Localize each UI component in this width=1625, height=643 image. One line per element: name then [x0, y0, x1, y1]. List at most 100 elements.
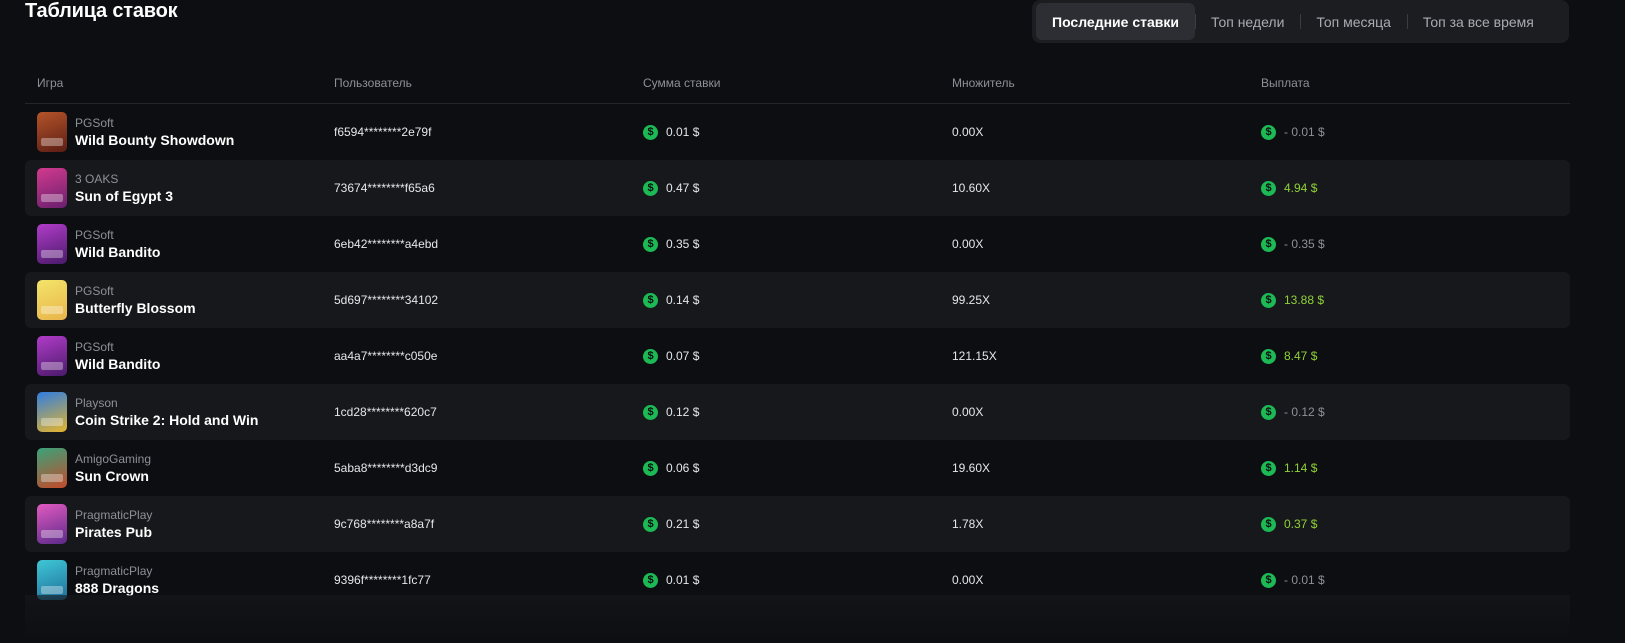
bet-sum-cell: $ 0.35 $ — [643, 236, 952, 252]
game-text: AmigoGaming Sun Crown — [75, 452, 151, 485]
table-row[interactable]: 3 OAKS Sun of Egypt 3 73674********f65a6… — [25, 160, 1570, 216]
game-thumbnail[interactable] — [37, 560, 67, 600]
payout-value: 8.47 $ — [1284, 349, 1318, 363]
game-info: 3 OAKS Sun of Egypt 3 — [37, 168, 334, 208]
game-info: PGSoft Wild Bandito — [37, 224, 334, 264]
game-thumbnail[interactable] — [37, 112, 67, 152]
game-provider: PGSoft — [75, 283, 114, 298]
game-name[interactable]: Wild Bounty Showdown — [75, 131, 234, 149]
payout-cell: $ - 0.01 $ — [1261, 572, 1570, 588]
bet-sum: $ 0.12 $ — [643, 404, 952, 420]
bet-sum: $ 0.01 $ — [643, 124, 952, 140]
dollar-coin-icon: $ — [1261, 180, 1276, 196]
payout-cell: $ 4.94 $ — [1261, 180, 1570, 196]
game-name[interactable]: Butterfly Blossom — [75, 299, 196, 317]
game-info: PGSoft Wild Bounty Showdown — [37, 112, 334, 152]
table-row[interactable]: PGSoft Wild Bandito 6eb42********a4ebd $… — [25, 216, 1570, 272]
dollar-coin-icon: $ — [643, 124, 658, 140]
game-cell: Playson Coin Strike 2: Hold and Win — [25, 392, 334, 432]
payout: $ 0.37 $ — [1261, 516, 1570, 532]
table-row[interactable]: PGSoft Wild Bounty Showdown f6594*******… — [25, 104, 1570, 160]
column-header-user: Пользователь — [334, 75, 412, 90]
tab-latest-bets[interactable]: Последние ставки — [1036, 3, 1195, 40]
table-row[interactable]: PragmaticPlay Pirates Pub 9c768********a… — [25, 496, 1570, 552]
dollar-coin-icon: $ — [1261, 572, 1276, 588]
game-name[interactable]: Wild Bandito — [75, 355, 160, 373]
tab-top-week[interactable]: Топ недели — [1194, 3, 1300, 40]
game-cell: PGSoft Wild Bandito — [25, 224, 334, 264]
table-row[interactable]: AmigoGaming Sun Crown 5aba8********d3dc9… — [25, 440, 1570, 496]
payout-value: 13.88 $ — [1284, 293, 1325, 307]
game-name[interactable]: Pirates Pub — [75, 523, 152, 541]
game-info: Playson Coin Strike 2: Hold and Win — [37, 392, 334, 432]
bet-sum-cell: $ 0.21 $ — [643, 516, 952, 532]
dollar-coin-icon: $ — [1261, 404, 1276, 420]
user-id: 5d697********34102 — [334, 293, 439, 307]
game-cell: PGSoft Wild Bandito — [25, 336, 334, 376]
payout-cell: $ - 0.12 $ — [1261, 404, 1570, 420]
table-row[interactable]: Playson Coin Strike 2: Hold and Win 1cd2… — [25, 384, 1570, 440]
bets-table: Игра Пользователь Сумма ставки Множитель… — [25, 62, 1570, 608]
dollar-coin-icon: $ — [1261, 348, 1276, 364]
bet-sum: $ 0.14 $ — [643, 292, 952, 308]
game-cell: PGSoft Wild Bounty Showdown — [25, 112, 334, 152]
table-row[interactable]: PGSoft Butterfly Blossom 5d697********34… — [25, 272, 1570, 328]
tabs-bar: Последние ставки Топ недели Топ месяца Т… — [1032, 0, 1569, 43]
game-name[interactable]: 888 Dragons — [75, 579, 159, 597]
game-thumbnail[interactable] — [37, 280, 67, 320]
game-text: 3 OAKS Sun of Egypt 3 — [75, 172, 173, 205]
game-text: PGSoft Butterfly Blossom — [75, 284, 196, 317]
game-text: PragmaticPlay 888 Dragons — [75, 564, 159, 597]
game-provider: 3 OAKS — [75, 171, 119, 186]
payout: $ - 0.01 $ — [1261, 124, 1570, 140]
column-header-sum: Сумма ставки — [643, 75, 721, 90]
user-id: 1cd28********620c7 — [334, 405, 437, 419]
game-provider: AmigoGaming — [75, 451, 152, 466]
bet-sum-cell: $ 0.01 $ — [643, 572, 952, 588]
game-info: PGSoft Butterfly Blossom — [37, 280, 334, 320]
dollar-coin-icon: $ — [643, 180, 658, 196]
game-info: PragmaticPlay Pirates Pub — [37, 504, 334, 544]
table-header: Игра Пользователь Сумма ставки Множитель… — [25, 62, 1570, 104]
game-thumbnail[interactable] — [37, 392, 67, 432]
game-name[interactable]: Sun of Egypt 3 — [75, 187, 173, 205]
payout: $ 8.47 $ — [1261, 348, 1570, 364]
game-text: PGSoft Wild Bounty Showdown — [75, 116, 234, 149]
bet-sum-cell: $ 0.06 $ — [643, 460, 952, 476]
payout-value: - 0.35 $ — [1284, 237, 1325, 251]
payout-value: 0.37 $ — [1284, 517, 1318, 531]
dollar-coin-icon: $ — [643, 460, 658, 476]
multiplier: 1.78X — [952, 517, 984, 531]
multiplier: 0.00X — [952, 125, 984, 139]
game-thumbnail[interactable] — [37, 168, 67, 208]
game-provider: PGSoft — [75, 115, 114, 130]
bet-sum-value: 0.01 $ — [666, 573, 700, 587]
payout-value: - 0.01 $ — [1284, 573, 1325, 587]
game-thumbnail[interactable] — [37, 336, 67, 376]
bet-sum-cell: $ 0.01 $ — [643, 124, 952, 140]
game-provider: PGSoft — [75, 227, 114, 242]
column-header-multiplier: Множитель — [952, 75, 1015, 90]
bet-sum-value: 0.21 $ — [666, 517, 700, 531]
game-thumbnail[interactable] — [37, 504, 67, 544]
bet-sum-cell: $ 0.14 $ — [643, 292, 952, 308]
bet-sum: $ 0.35 $ — [643, 236, 952, 252]
bet-sum-value: 0.35 $ — [666, 237, 700, 251]
payout: $ - 0.35 $ — [1261, 236, 1570, 252]
game-thumbnail[interactable] — [37, 224, 67, 264]
user-id: 73674********f65a6 — [334, 181, 435, 195]
user-id: 6eb42********a4ebd — [334, 237, 439, 251]
table-row[interactable]: PGSoft Wild Bandito aa4a7********c050e $… — [25, 328, 1570, 384]
game-name[interactable]: Wild Bandito — [75, 243, 160, 261]
tab-top-month[interactable]: Топ месяца — [1300, 3, 1407, 40]
game-provider: PragmaticPlay — [75, 563, 153, 578]
game-name[interactable]: Sun Crown — [75, 467, 151, 485]
multiplier: 10.60X — [952, 181, 991, 195]
bet-sum-value: 0.06 $ — [666, 461, 700, 475]
multiplier: 0.00X — [952, 237, 984, 251]
tab-top-all-time[interactable]: Топ за все время — [1406, 3, 1550, 40]
payout-cell: $ 0.37 $ — [1261, 516, 1570, 532]
game-name[interactable]: Coin Strike 2: Hold and Win — [75, 411, 258, 429]
payout-value: 4.94 $ — [1284, 181, 1318, 195]
game-thumbnail[interactable] — [37, 448, 67, 488]
